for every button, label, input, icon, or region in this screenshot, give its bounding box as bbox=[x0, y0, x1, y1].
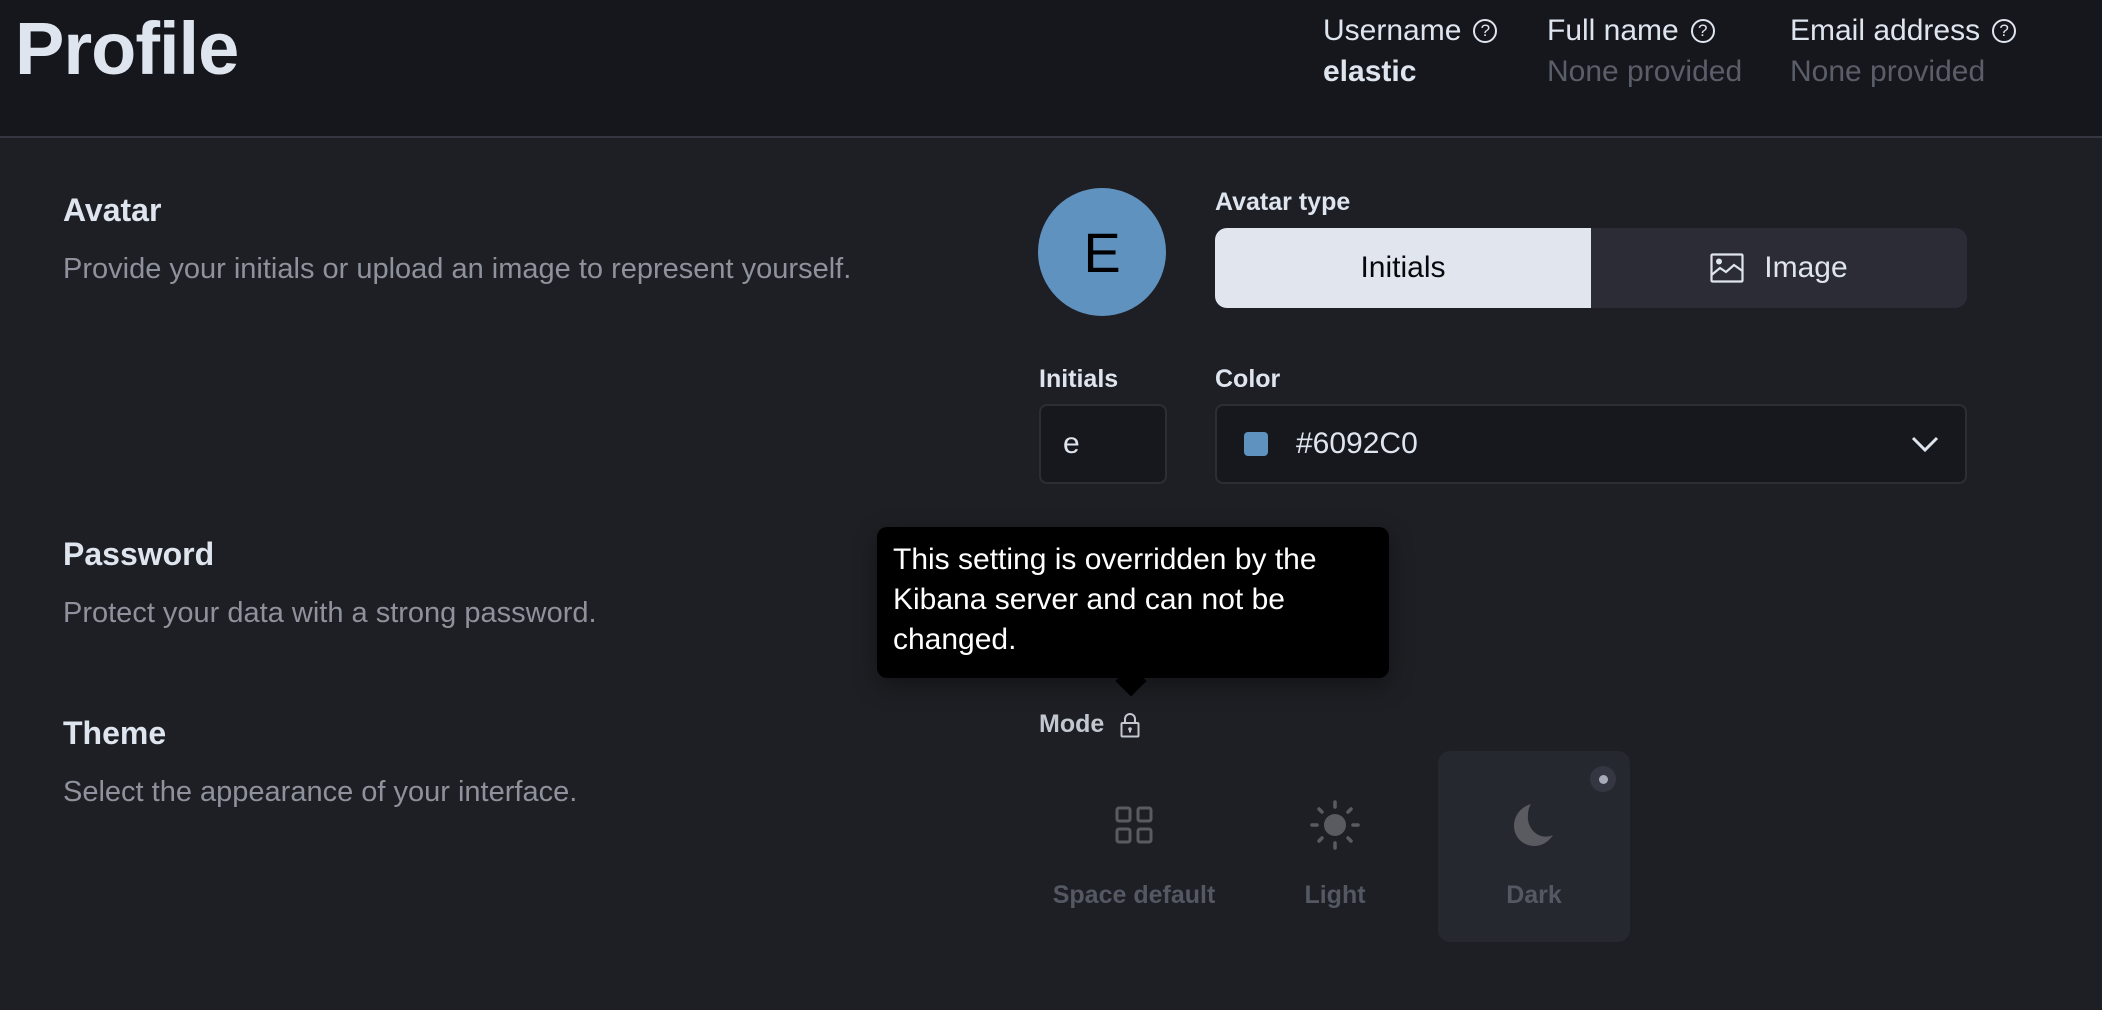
avatar-type-label: Avatar type bbox=[1215, 188, 1351, 216]
lock-icon[interactable] bbox=[1120, 712, 1140, 738]
avatar-type-initials-button[interactable]: Initials bbox=[1215, 228, 1591, 308]
avatar-section-title: Avatar bbox=[63, 192, 162, 228]
initials-label: Initials bbox=[1039, 365, 1119, 393]
username-label: Username bbox=[1323, 14, 1462, 47]
theme-section-title: Theme bbox=[63, 715, 167, 751]
page-header: Profile Username ? elastic Full name ? N… bbox=[0, 0, 2102, 138]
password-section-title: Password bbox=[63, 536, 215, 572]
selected-radio-indicator bbox=[1590, 766, 1616, 792]
color-value: #6092C0 bbox=[1296, 427, 1418, 460]
mode-label: Mode bbox=[1039, 710, 1140, 739]
color-picker-input[interactable]: #6092C0 bbox=[1215, 404, 1967, 484]
theme-option-space-default[interactable]: Space default bbox=[1038, 751, 1230, 942]
password-section-description: Protect your data with a strong password… bbox=[63, 597, 597, 629]
avatar-section-description: Provide your initials or upload an image… bbox=[63, 253, 852, 285]
avatar-preview: E bbox=[1038, 188, 1166, 316]
question-circle-icon[interactable]: ? bbox=[1690, 19, 1715, 43]
page-title: Profile bbox=[15, 7, 239, 90]
theme-option-light[interactable]: Light bbox=[1239, 751, 1431, 942]
full-name-label: Full name bbox=[1547, 14, 1679, 47]
question-circle-icon[interactable]: ? bbox=[1473, 19, 1498, 43]
color-label: Color bbox=[1215, 365, 1281, 393]
initials-button-label: Initials bbox=[1360, 251, 1446, 284]
image-icon bbox=[1710, 253, 1744, 283]
theme-option-label: Space default bbox=[1052, 881, 1216, 909]
theme-section-description: Select the appearance of your interface. bbox=[63, 776, 578, 808]
apps-grid-icon bbox=[1115, 806, 1153, 844]
username-field: Username ? elastic bbox=[1323, 12, 1498, 92]
initials-input-value: e bbox=[1063, 427, 1080, 460]
avatar-type-image-button[interactable]: Image bbox=[1591, 228, 1967, 308]
full-name-field: Full name ? None provided bbox=[1547, 12, 1742, 92]
initials-input[interactable]: e bbox=[1039, 404, 1167, 484]
moon-icon bbox=[1514, 804, 1553, 846]
username-value: elastic bbox=[1323, 55, 1417, 88]
question-circle-icon[interactable]: ? bbox=[1992, 19, 2017, 43]
mode-label-text: Mode bbox=[1039, 710, 1105, 738]
email-address-label: Email address bbox=[1790, 14, 1981, 47]
theme-option-label: Dark bbox=[1506, 881, 1562, 909]
color-swatch bbox=[1244, 432, 1268, 456]
chevron-down-icon[interactable] bbox=[1911, 432, 1939, 456]
full-name-value: None provided bbox=[1547, 55, 1743, 88]
sun-icon bbox=[1310, 800, 1360, 850]
avatar-type-button-group: Initials Image bbox=[1215, 228, 1967, 308]
mode-locked-tooltip: This setting is overridden by the Kibana… bbox=[877, 527, 1389, 678]
email-address-value: None provided bbox=[1790, 55, 1986, 88]
theme-option-label: Light bbox=[1304, 881, 1366, 909]
theme-option-dark[interactable]: Dark bbox=[1438, 751, 1630, 942]
email-address-field: Email address ? None provided bbox=[1790, 12, 2017, 92]
image-button-label: Image bbox=[1764, 251, 1848, 284]
